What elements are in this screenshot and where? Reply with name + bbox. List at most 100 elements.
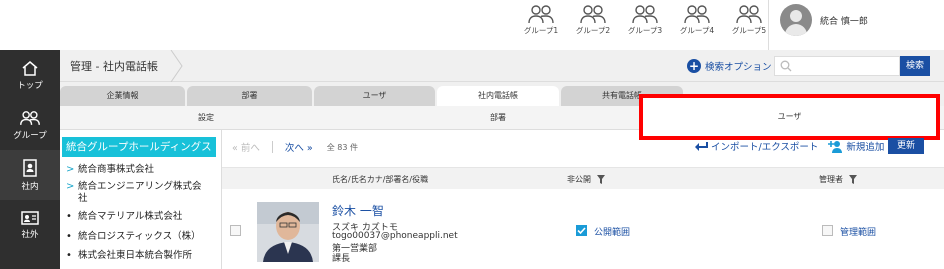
tab-department[interactable]: 部署 <box>187 86 312 106</box>
search-input[interactable] <box>775 57 899 75</box>
id-card-icon <box>21 210 39 225</box>
bullet-icon: • <box>66 231 72 242</box>
col-name-label: 氏名/氏名カナ/部署名/役職 <box>332 175 429 184</box>
filter-icon[interactable] <box>849 175 857 184</box>
user-name: 統合 慎一郎 <box>820 16 868 27</box>
filter-icon[interactable] <box>597 175 605 184</box>
col-private-label: 非公開 <box>567 175 591 184</box>
breadcrumb: 管理 - 社内電話帳 <box>70 60 158 73</box>
search-options-link[interactable]: + 検索オプション <box>687 59 772 73</box>
org-item-label: 統合商事株式会社 <box>78 164 155 175</box>
org-item-label: 株式会社東日本統合製作所 <box>78 250 193 261</box>
tab-internal-phonebook[interactable]: 社内電話帳 <box>437 86 559 106</box>
bullet-icon: • <box>66 250 72 261</box>
add-new-button[interactable]: 新規追加 <box>828 139 884 153</box>
nav-label: 社外 <box>21 229 39 240</box>
people-icon <box>736 5 762 24</box>
table-header: 氏名/氏名カナ/部署名/役職 非公開 管理者 <box>222 167 944 189</box>
group-shortcut-4[interactable]: グループ4 <box>671 4 723 46</box>
subtab-user-label: ユーザ <box>777 112 802 121</box>
user-title: 課長 <box>332 254 351 264</box>
import-export-label: インポート/エクスポート <box>711 142 819 153</box>
group-label: グループ1 <box>523 26 559 35</box>
org-item-label-cont: 社 <box>78 193 88 204</box>
add-user-icon <box>828 140 843 153</box>
user-name-link[interactable]: 鈴木 一智 <box>332 202 384 219</box>
org-item[interactable]: > 統合商事株式会社 <box>66 164 154 176</box>
user-menu[interactable]: 統合 慎一郎 <box>780 4 868 36</box>
subtab-settings[interactable]: 設定 <box>60 106 352 130</box>
return-arrow-icon <box>695 142 708 151</box>
search-box <box>774 56 900 76</box>
org-item-label-wrap: 統合エンジニアリング株式会社 <box>78 181 202 205</box>
bullet-icon: • <box>66 211 72 222</box>
people-icon <box>632 5 658 24</box>
nav-label: 社内 <box>21 181 39 192</box>
nav-label: トップ <box>17 80 43 91</box>
list-actions: インポート/エクスポート 新規追加 <box>694 139 894 153</box>
chevron-right-icon: > <box>66 164 75 175</box>
org-item-label: 統合ロジスティックス（株） <box>78 231 201 242</box>
table-row: 鈴木 一智 スズキ カズトモ togo00037@phoneappli.net … <box>222 189 944 269</box>
prev-page-link[interactable]: « 前へ <box>232 140 260 154</box>
search-options-label: 検索オプション <box>705 62 772 73</box>
group-shortcuts: グループ1 グループ2 グループ3 グループ4 グループ5 <box>515 4 775 46</box>
header-divider <box>768 0 769 50</box>
contacts-book-icon <box>23 158 37 177</box>
breadcrumb-bar: 管理 - 社内電話帳 + 検索オプション 検索 <box>60 50 944 82</box>
plus-circle-icon: + <box>687 59 701 73</box>
org-item[interactable]: • 統合ロジスティックス（株） <box>66 231 201 243</box>
group-label: グループ2 <box>575 26 611 35</box>
import-export-button[interactable]: インポート/エクスポート <box>694 139 818 153</box>
chevron-right-icon: > <box>66 181 75 192</box>
org-item[interactable]: • 株式会社東日本統合製作所 <box>66 250 192 262</box>
update-button[interactable]: 更新 <box>888 138 924 154</box>
org-item[interactable]: • 統合マテリアル株式会社 <box>66 211 182 223</box>
group-label: グループ5 <box>731 26 767 35</box>
org-tree: 統合グループホールディングス > 統合商事株式会社 > 統合エンジニアリング株式… <box>60 130 220 269</box>
org-item-label: 統合エンジニアリング株式会 <box>78 181 202 192</box>
group-label: グループ3 <box>627 26 663 35</box>
group-shortcut-1[interactable]: グループ1 <box>515 4 567 46</box>
col-name-header: 氏名/氏名カナ/部署名/役職 <box>332 174 428 185</box>
org-root-item[interactable]: 統合グループホールディングス <box>62 137 216 157</box>
people-icon <box>528 5 554 24</box>
admin-checkbox[interactable] <box>822 225 833 236</box>
subtab-department[interactable]: 部署 <box>352 106 644 130</box>
row-select-checkbox[interactable] <box>230 225 241 236</box>
tab-company-info[interactable]: 企業情報 <box>60 86 185 106</box>
breadcrumb-chevron-icon <box>170 50 183 82</box>
nav-item-group[interactable]: グループ <box>0 100 60 150</box>
pager: « 前へ 次へ » 全 83 件 <box>232 140 358 154</box>
search-button[interactable]: 検索 <box>900 56 930 76</box>
nav-item-external[interactable]: 社外 <box>0 200 60 250</box>
checkmark-icon <box>577 227 586 235</box>
person-photo-icon <box>257 202 319 262</box>
nav-label: グループ <box>13 130 47 141</box>
people-icon <box>684 5 710 24</box>
home-icon <box>22 60 38 76</box>
tab-user[interactable]: ユーザ <box>314 86 435 106</box>
total-count: 全 83 件 <box>326 142 358 152</box>
col-admin-label: 管理者 <box>819 175 843 184</box>
private-checkbox[interactable] <box>576 225 587 236</box>
add-new-label: 新規追加 <box>846 142 885 153</box>
highlighted-subtab-user[interactable]: ユーザ <box>639 94 940 140</box>
org-item-label: 統合マテリアル株式会社 <box>78 211 183 222</box>
people-icon <box>580 5 606 24</box>
pager-divider <box>271 141 273 153</box>
user-photo <box>257 202 319 262</box>
group-icon <box>20 110 40 125</box>
group-label: グループ4 <box>679 26 715 35</box>
col-admin-header: 管理者 <box>819 174 857 185</box>
nav-item-top[interactable]: トップ <box>0 50 60 100</box>
nav-item-internal[interactable]: 社内 <box>0 150 60 200</box>
avatar <box>780 4 812 36</box>
public-range-link[interactable]: 公開範囲 <box>594 225 630 238</box>
org-item[interactable]: > 統合エンジニアリング株式会社 <box>66 181 202 205</box>
group-shortcut-2[interactable]: グループ2 <box>567 4 619 46</box>
group-shortcut-3[interactable]: グループ3 <box>619 4 671 46</box>
top-header: グループ1 グループ2 グループ3 グループ4 グループ5 統合 慎一郎 <box>0 0 944 50</box>
admin-range-link[interactable]: 管理範囲 <box>840 225 876 238</box>
next-page-link[interactable]: 次へ » <box>285 140 313 154</box>
